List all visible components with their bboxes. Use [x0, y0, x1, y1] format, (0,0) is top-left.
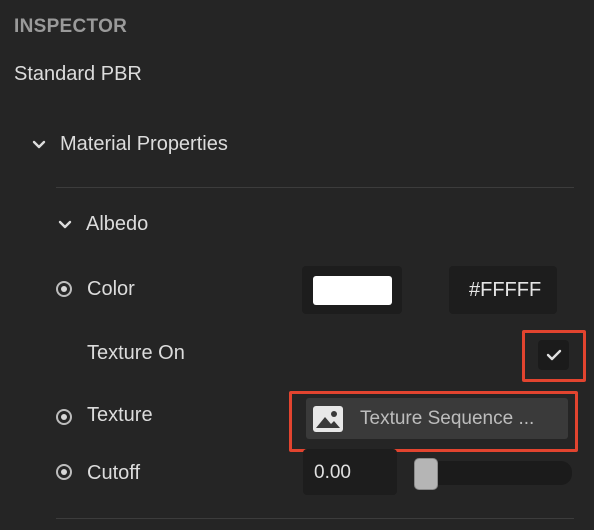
texture-on-label: Texture On — [87, 342, 185, 364]
texture-picker-field[interactable]: Texture Sequence ... — [306, 398, 568, 439]
albedo-header[interactable]: Albedo — [56, 212, 256, 240]
material-properties-label: Material Properties — [60, 133, 228, 155]
texture-on-checkbox[interactable] — [538, 340, 569, 370]
texture-radio[interactable] — [56, 409, 72, 425]
checkmark-icon — [546, 349, 561, 361]
radio-dot-icon — [61, 414, 67, 420]
cutoff-slider-handle[interactable] — [414, 458, 438, 490]
color-hex-value: #FFFFF — [469, 279, 542, 301]
chevron-down-icon — [32, 140, 46, 149]
material-name: Standard PBR — [14, 63, 142, 85]
cutoff-radio[interactable] — [56, 464, 72, 480]
albedo-label: Albedo — [86, 213, 149, 235]
color-swatch — [313, 276, 392, 305]
chevron-down-icon — [58, 220, 72, 229]
texture-value: Texture Sequence ... — [360, 407, 535, 429]
cutoff-value: 0.00 — [314, 462, 351, 483]
inspector-title: INSPECTOR — [14, 16, 128, 37]
section-divider — [56, 187, 574, 188]
cutoff-label: Cutoff — [87, 462, 140, 484]
color-swatch-field[interactable] — [302, 266, 402, 314]
texture-label: Texture — [87, 404, 153, 426]
material-properties-header[interactable]: Material Properties — [30, 132, 330, 160]
image-icon — [313, 405, 343, 432]
radio-dot-icon — [61, 469, 67, 475]
cutoff-value-field[interactable]: 0.00 — [303, 449, 397, 495]
color-label: Color — [87, 278, 135, 300]
radio-dot-icon — [61, 286, 67, 292]
color-hex-field[interactable]: #FFFFF — [449, 266, 557, 314]
color-radio[interactable] — [56, 281, 72, 297]
bottom-divider — [56, 518, 574, 519]
